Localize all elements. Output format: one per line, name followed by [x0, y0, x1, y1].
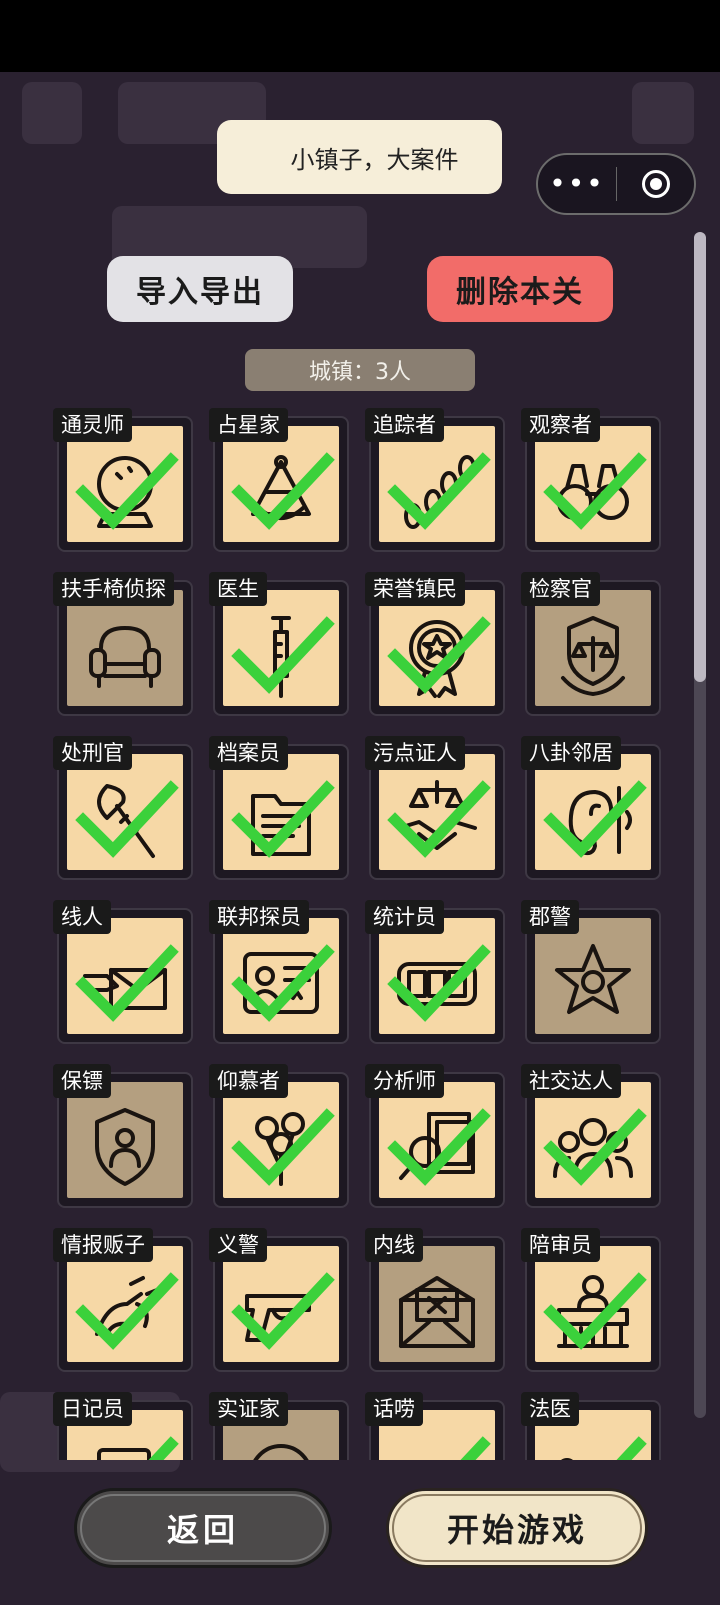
scales-shield-icon: [561, 616, 625, 696]
role-card-label: 仰慕者: [209, 1064, 288, 1098]
checkmark-icon: [387, 944, 491, 1022]
checkmark-icon: [231, 1272, 335, 1350]
role-card-label: 检察官: [521, 572, 600, 606]
role-card[interactable]: 陪审员: [521, 1228, 661, 1372]
role-card[interactable]: 线人: [53, 900, 193, 1044]
role-card-label: 郡警: [521, 900, 579, 934]
role-card-label: 档案员: [209, 736, 288, 770]
checkmark-icon: [387, 1108, 491, 1186]
role-card[interactable]: 档案员: [209, 736, 349, 880]
checkmark-icon: [231, 452, 335, 530]
role-card[interactable]: 情报贩子: [53, 1228, 193, 1372]
checkmark-icon: [460, 1436, 491, 1460]
role-card-label: 情报贩子: [53, 1228, 153, 1262]
role-card-label: 处刑官: [53, 736, 132, 770]
role-card[interactable]: 保镖: [53, 1064, 193, 1208]
role-card[interactable]: 统计员: [365, 900, 505, 1044]
role-card-label: 八卦邻居: [521, 736, 621, 770]
role-card[interactable]: 仰慕者: [209, 1064, 349, 1208]
role-card[interactable]: 联邦探员: [209, 900, 349, 1044]
role-card-label: 社交达人: [521, 1064, 621, 1098]
checkmark-icon: [543, 1272, 647, 1350]
checkmark-icon: [387, 452, 491, 530]
checkmark-icon: [231, 616, 335, 694]
plus-circle-icon: [253, 1444, 309, 1460]
role-card[interactable]: 检察官: [521, 572, 661, 716]
checkmark-icon: [75, 452, 179, 530]
back-button[interactable]: 返回: [74, 1488, 332, 1568]
checkmark-icon: [75, 944, 179, 1022]
checkmark-icon: [387, 780, 491, 858]
role-card[interactable]: 义警: [209, 1228, 349, 1372]
scrollbar[interactable]: [694, 232, 706, 1418]
checkmark-icon: [543, 452, 647, 530]
role-card-label: 义警: [209, 1228, 267, 1262]
role-card-label: 污点证人: [365, 736, 465, 770]
role-card-label: 分析师: [365, 1064, 444, 1098]
sheriff-star-icon: [555, 944, 631, 1014]
role-card-label: 内线: [365, 1228, 423, 1262]
role-card[interactable]: 扶手椅侦探: [53, 572, 193, 716]
role-card-label: 话唠: [365, 1392, 423, 1426]
role-card-label: 日记员: [53, 1392, 132, 1426]
role-card[interactable]: 日记员: [53, 1392, 193, 1460]
role-card-label: 统计员: [365, 900, 444, 934]
role-card-label: 追踪者: [365, 408, 444, 442]
scroll-thumb[interactable]: [694, 232, 706, 682]
role-card-label: 扶手椅侦探: [53, 572, 174, 606]
role-card[interactable]: 法医: [521, 1392, 661, 1460]
role-card[interactable]: 内线: [365, 1228, 505, 1372]
envelope-x-icon: [399, 1276, 475, 1348]
checkmark-icon: [75, 1272, 179, 1350]
role-card[interactable]: 医生: [209, 572, 349, 716]
role-card-label: 通灵师: [53, 408, 132, 442]
role-card-label: 保镖: [53, 1064, 111, 1098]
role-card[interactable]: 话唠: [365, 1392, 505, 1460]
role-card-label: 陪审员: [521, 1228, 600, 1262]
role-card[interactable]: 污点证人: [365, 736, 505, 880]
role-card-label: 荣誉镇民: [365, 572, 465, 606]
role-card[interactable]: 观察者: [521, 408, 661, 552]
role-card[interactable]: 通灵师: [53, 408, 193, 552]
start-game-button[interactable]: 开始游戏: [386, 1488, 648, 1568]
role-card-label: 线人: [53, 900, 111, 934]
role-card-label: 观察者: [521, 408, 600, 442]
checkmark-icon: [543, 780, 647, 858]
role-card[interactable]: 追踪者: [365, 408, 505, 552]
checkmark-icon: [616, 1436, 647, 1460]
role-card-label: 联邦探员: [209, 900, 309, 934]
role-card-label: 占星家: [209, 408, 288, 442]
role-card[interactable]: 郡警: [521, 900, 661, 1044]
checkmark-icon: [543, 1108, 647, 1186]
role-grid: 通灵师 占星家 追踪者 观察者扶手椅侦探 医生 荣誉镇民 检察官处刑官 档案员 污点证人 八卦邻居…: [0, 0, 720, 1460]
role-card[interactable]: 荣誉镇民: [365, 572, 505, 716]
checkmark-icon: [148, 1436, 179, 1460]
checkmark-icon: [387, 616, 491, 694]
role-card[interactable]: 处刑官: [53, 736, 193, 880]
role-card[interactable]: 社交达人: [521, 1064, 661, 1208]
role-card-label: 实证家: [209, 1392, 288, 1426]
role-card[interactable]: 占星家: [209, 408, 349, 552]
checkmark-icon: [231, 1108, 335, 1186]
checkmark-icon: [231, 944, 335, 1022]
role-card-label: 法医: [521, 1392, 579, 1426]
role-card[interactable]: 实证家: [209, 1392, 349, 1460]
bodyguard-shield-icon: [95, 1108, 155, 1186]
checkmark-icon: [75, 780, 179, 858]
checkmark-icon: [231, 780, 335, 858]
role-card-label: 医生: [209, 572, 267, 606]
armchair-icon: [89, 626, 161, 688]
role-card[interactable]: 八卦邻居: [521, 736, 661, 880]
role-card[interactable]: 分析师: [365, 1064, 505, 1208]
